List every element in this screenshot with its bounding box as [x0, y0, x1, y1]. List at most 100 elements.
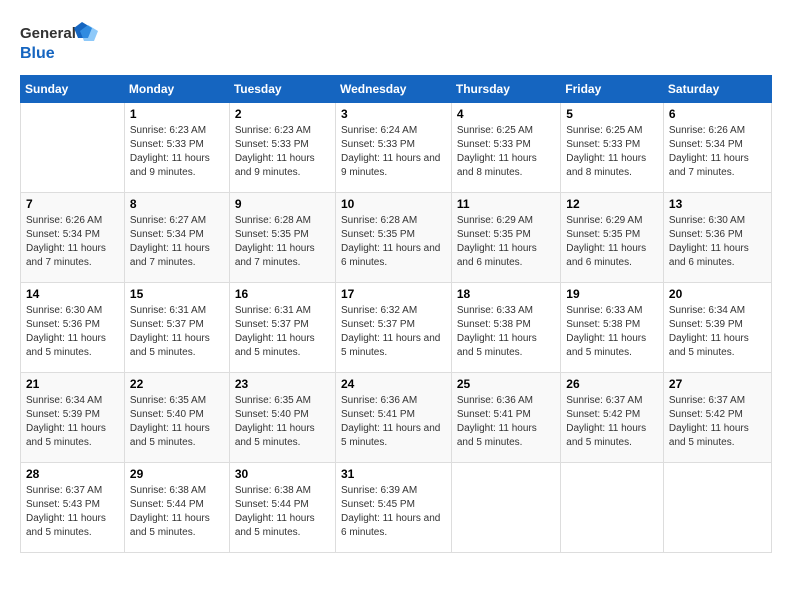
- calendar-table: SundayMondayTuesdayWednesdayThursdayFrid…: [20, 75, 772, 553]
- day-info: Sunrise: 6:28 AMSunset: 5:35 PMDaylight:…: [341, 214, 446, 270]
- calendar-cell: 2 Sunrise: 6:23 AMSunset: 5:33 PMDaylight…: [229, 103, 335, 193]
- day-number: 3: [341, 107, 446, 121]
- day-info: Sunrise: 6:30 AMSunset: 5:36 PMDaylight:…: [26, 304, 119, 360]
- day-number: 24: [341, 377, 446, 391]
- day-info: Sunrise: 6:23 AMSunset: 5:33 PMDaylight:…: [130, 124, 224, 180]
- header-day-saturday: Saturday: [663, 76, 771, 103]
- day-number: 18: [457, 287, 555, 301]
- day-number: 8: [130, 197, 224, 211]
- calendar-cell: 4Sunrise: 6:25 AMSunset: 5:33 PMDaylight…: [451, 103, 560, 193]
- day-number: 29: [130, 467, 224, 481]
- week-row-5: 28Sunrise: 6:37 AMSunset: 5:43 PMDayligh…: [21, 463, 772, 553]
- calendar-cell: [561, 463, 664, 553]
- day-info: Sunrise: 6:26 AMSunset: 5:34 PMDaylight:…: [669, 124, 766, 180]
- calendar-cell: 16Sunrise: 6:31 AMSunset: 5:37 PMDayligh…: [229, 283, 335, 373]
- week-row-3: 14 Sunrise: 6:30 AMSunset: 5:36 PMDayligh…: [21, 283, 772, 373]
- day-info: Sunrise: 6:37 AMSunset: 5:43 PMDaylight:…: [26, 484, 119, 540]
- logo-svg: GeneralBlue: [20, 20, 100, 65]
- calendar-cell: 11 Sunrise: 6:29 AMSunset: 5:35 PMDayligh…: [451, 193, 560, 283]
- calendar-cell: 24 Sunrise: 6:36 AMSunset: 5:41 PMDayligh…: [336, 373, 452, 463]
- day-info: Sunrise: 6:36 AMSunset: 5:41 PMDaylight:…: [457, 394, 555, 450]
- calendar-cell: 15 Sunrise: 6:31 AMSunset: 5:37 PMDayligh…: [124, 283, 229, 373]
- calendar-cell: 6 Sunrise: 6:26 AMSunset: 5:34 PMDaylight…: [663, 103, 771, 193]
- header-day-tuesday: Tuesday: [229, 76, 335, 103]
- day-number: 14: [26, 287, 119, 301]
- calendar-cell: [21, 103, 125, 193]
- day-info: Sunrise: 6:38 AMSunset: 5:44 PMDaylight:…: [235, 484, 330, 540]
- day-info: Sunrise: 6:36 AMSunset: 5:41 PMDaylight:…: [341, 394, 446, 450]
- week-row-1: 1 Sunrise: 6:23 AMSunset: 5:33 PMDaylight…: [21, 103, 772, 193]
- calendar-cell: 14 Sunrise: 6:30 AMSunset: 5:36 PMDayligh…: [21, 283, 125, 373]
- day-info: Sunrise: 6:29 AMSunset: 5:35 PMDaylight:…: [457, 214, 555, 270]
- calendar-cell: 30 Sunrise: 6:38 AMSunset: 5:44 PMDayligh…: [229, 463, 335, 553]
- day-info: Sunrise: 6:37 AMSunset: 5:42 PMDaylight:…: [566, 394, 658, 450]
- day-info: Sunrise: 6:34 AMSunset: 5:39 PMDaylight:…: [26, 394, 119, 450]
- day-info: Sunrise: 6:35 AMSunset: 5:40 PMDaylight:…: [130, 394, 224, 450]
- day-info: Sunrise: 6:39 AMSunset: 5:45 PMDaylight:…: [341, 484, 446, 540]
- calendar-cell: 17 Sunrise: 6:32 AMSunset: 5:37 PMDayligh…: [336, 283, 452, 373]
- day-number: 2: [235, 107, 330, 121]
- day-info: Sunrise: 6:31 AMSunset: 5:37 PMDaylight:…: [130, 304, 224, 360]
- day-number: 5: [566, 107, 658, 121]
- calendar-cell: 19 Sunrise: 6:33 AMSunset: 5:38 PMDayligh…: [561, 283, 664, 373]
- day-info: Sunrise: 6:38 AMSunset: 5:44 PMDaylight:…: [130, 484, 224, 540]
- svg-text:General: General: [20, 25, 76, 42]
- calendar-cell: 21 Sunrise: 6:34 AMSunset: 5:39 PMDayligh…: [21, 373, 125, 463]
- day-info: Sunrise: 6:25 AMSunset: 5:33 PMDaylight:…: [457, 124, 555, 180]
- calendar-cell: 3 Sunrise: 6:24 AMSunset: 5:33 PMDaylight…: [336, 103, 452, 193]
- header-day-monday: Monday: [124, 76, 229, 103]
- day-info: Sunrise: 6:23 AMSunset: 5:33 PMDaylight:…: [235, 124, 330, 180]
- day-number: 17: [341, 287, 446, 301]
- day-number: 19: [566, 287, 658, 301]
- day-info: Sunrise: 6:28 AMSunset: 5:35 PMDaylight:…: [235, 214, 330, 270]
- day-number: 13: [669, 197, 766, 211]
- calendar-cell: 8 Sunrise: 6:27 AMSunset: 5:34 PMDaylight…: [124, 193, 229, 283]
- calendar-cell: 12 Sunrise: 6:29 AMSunset: 5:35 PMDayligh…: [561, 193, 664, 283]
- header-day-friday: Friday: [561, 76, 664, 103]
- day-info: Sunrise: 6:37 AMSunset: 5:42 PMDaylight:…: [669, 394, 766, 450]
- calendar-cell: 18 Sunrise: 6:33 AMSunset: 5:38 PMDayligh…: [451, 283, 560, 373]
- day-info: Sunrise: 6:33 AMSunset: 5:38 PMDaylight:…: [566, 304, 658, 360]
- day-info: Sunrise: 6:30 AMSunset: 5:36 PMDaylight:…: [669, 214, 766, 270]
- day-number: 7: [26, 197, 119, 211]
- day-number: 9: [235, 197, 330, 211]
- day-number: 12: [566, 197, 658, 211]
- calendar-cell: 5 Sunrise: 6:25 AMSunset: 5:33 PMDaylight…: [561, 103, 664, 193]
- day-info: Sunrise: 6:29 AMSunset: 5:35 PMDaylight:…: [566, 214, 658, 270]
- day-number: 10: [341, 197, 446, 211]
- calendar-cell: 26 Sunrise: 6:37 AMSunset: 5:42 PMDayligh…: [561, 373, 664, 463]
- day-number: 30: [235, 467, 330, 481]
- calendar-cell: 20Sunrise: 6:34 AMSunset: 5:39 PMDayligh…: [663, 283, 771, 373]
- day-number: 6: [669, 107, 766, 121]
- calendar-cell: 22Sunrise: 6:35 AMSunset: 5:40 PMDayligh…: [124, 373, 229, 463]
- day-info: Sunrise: 6:32 AMSunset: 5:37 PMDaylight:…: [341, 304, 446, 360]
- day-number: 1: [130, 107, 224, 121]
- calendar-cell: 28Sunrise: 6:37 AMSunset: 5:43 PMDayligh…: [21, 463, 125, 553]
- week-row-2: 7Sunrise: 6:26 AMSunset: 5:34 PMDaylight…: [21, 193, 772, 283]
- day-number: 23: [235, 377, 330, 391]
- header-row: SundayMondayTuesdayWednesdayThursdayFrid…: [21, 76, 772, 103]
- day-number: 11: [457, 197, 555, 211]
- calendar-body: 1 Sunrise: 6:23 AMSunset: 5:33 PMDaylight…: [21, 103, 772, 553]
- day-number: 25: [457, 377, 555, 391]
- day-number: 31: [341, 467, 446, 481]
- calendar-cell: 23 Sunrise: 6:35 AMSunset: 5:40 PMDayligh…: [229, 373, 335, 463]
- day-info: Sunrise: 6:25 AMSunset: 5:33 PMDaylight:…: [566, 124, 658, 180]
- calendar-cell: 10 Sunrise: 6:28 AMSunset: 5:35 PMDayligh…: [336, 193, 452, 283]
- day-info: Sunrise: 6:33 AMSunset: 5:38 PMDaylight:…: [457, 304, 555, 360]
- header-day-sunday: Sunday: [21, 76, 125, 103]
- calendar-cell: 29 Sunrise: 6:38 AMSunset: 5:44 PMDayligh…: [124, 463, 229, 553]
- day-info: Sunrise: 6:34 AMSunset: 5:39 PMDaylight:…: [669, 304, 766, 360]
- day-info: Sunrise: 6:31 AMSunset: 5:37 PMDaylight:…: [235, 304, 330, 360]
- day-info: Sunrise: 6:35 AMSunset: 5:40 PMDaylight:…: [235, 394, 330, 450]
- header-day-thursday: Thursday: [451, 76, 560, 103]
- header-day-wednesday: Wednesday: [336, 76, 452, 103]
- calendar-cell: 13 Sunrise: 6:30 AMSunset: 5:36 PMDayligh…: [663, 193, 771, 283]
- day-number: 26: [566, 377, 658, 391]
- day-number: 21: [26, 377, 119, 391]
- calendar-cell: 1 Sunrise: 6:23 AMSunset: 5:33 PMDaylight…: [124, 103, 229, 193]
- day-info: Sunrise: 6:27 AMSunset: 5:34 PMDaylight:…: [130, 214, 224, 270]
- page-header: GeneralBlue: [20, 20, 772, 65]
- day-number: 15: [130, 287, 224, 301]
- day-info: Sunrise: 6:24 AMSunset: 5:33 PMDaylight:…: [341, 124, 446, 180]
